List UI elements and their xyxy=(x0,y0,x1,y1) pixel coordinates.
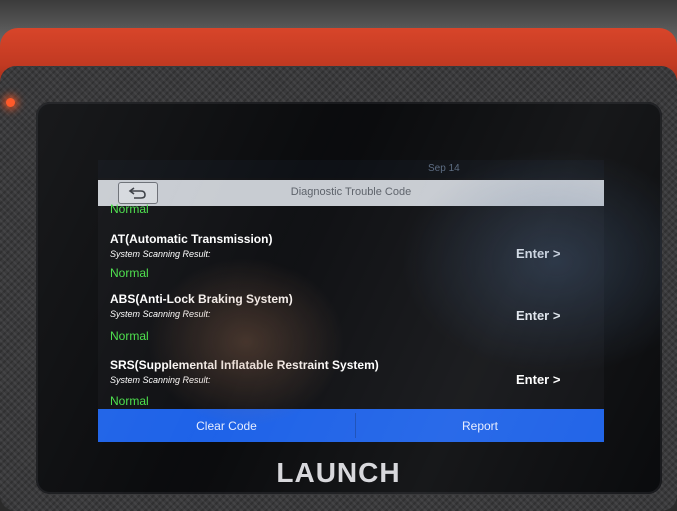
power-led-icon xyxy=(6,98,15,107)
action-bar: Clear Code Report xyxy=(98,409,604,442)
list-item-title: ABS(Anti-Lock Braking System) xyxy=(110,292,293,306)
system-list: Normal AT(Automatic Transmission) System… xyxy=(98,202,604,409)
page-title: Diagnostic Trouble Code xyxy=(290,186,412,198)
title-bar: Diagnostic Trouble Code xyxy=(98,180,604,206)
list-item-subtitle: System Scanning Result: xyxy=(110,309,211,319)
clear-code-button[interactable]: Clear Code xyxy=(98,409,355,442)
list-item-subtitle: System Scanning Result: xyxy=(110,249,211,259)
diagnostic-app: Sep 14 Diagnostic Trouble Code Normal AT… xyxy=(98,160,604,442)
enter-button[interactable]: Enter > xyxy=(516,308,560,323)
list-item-status: Normal xyxy=(110,266,149,280)
report-button[interactable]: Report xyxy=(356,409,604,442)
partial-item-status: Normal xyxy=(110,202,149,216)
list-item-title: AT(Automatic Transmission) xyxy=(110,232,273,246)
status-bar: Sep 14 xyxy=(98,160,604,178)
list-item-status: Normal xyxy=(110,329,149,343)
enter-button[interactable]: Enter > xyxy=(516,372,560,387)
list-item-subtitle: System Scanning Result: xyxy=(110,375,211,385)
list-item-title: SRS(Supplemental Inflatable Restraint Sy… xyxy=(110,358,379,372)
brand-logo: LAUNCH xyxy=(276,457,401,488)
list-item-status: Normal xyxy=(110,394,149,408)
status-date: Sep 14 xyxy=(428,163,460,174)
enter-button[interactable]: Enter > xyxy=(516,246,560,261)
